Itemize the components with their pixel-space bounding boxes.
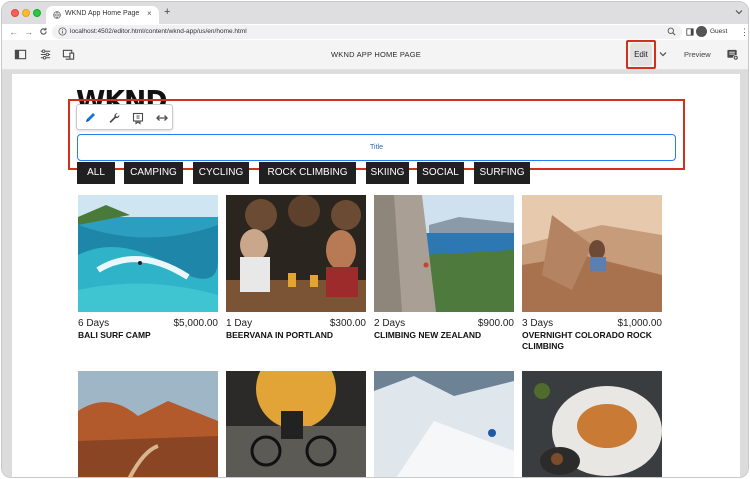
filter-all[interactable]: ALL (77, 162, 115, 184)
tab-title: WKND App Home Page (65, 10, 140, 17)
filter-cycling[interactable]: CYCLING (193, 162, 249, 184)
zoom-icon[interactable] (667, 27, 676, 36)
new-tab-button[interactable]: + (164, 6, 170, 18)
card-image (374, 195, 514, 312)
url-text: localhost:4502/editor.html/content/wknd-… (70, 28, 247, 35)
chevron-down-icon[interactable] (658, 49, 668, 59)
browser-toolbar: ← → localhost:4502/editor.html/content/w… (2, 24, 748, 40)
page-frame: WKND Title ALL CAMPING CYCLING ROCK CLIM… (12, 74, 740, 477)
card-title: BALI SURF CAMP (78, 330, 151, 340)
card-title: CLIMBING NEW ZEALAND (374, 330, 482, 340)
card-duration: 1 Day (226, 318, 253, 329)
browser-window: WKND App Home Page × + ← → localhost:450… (1, 1, 749, 478)
globe-icon (53, 11, 61, 19)
card-meta: 3 Days $1,000.00 (522, 318, 662, 330)
annotations-icon[interactable] (726, 48, 739, 61)
maximize-window-button[interactable] (33, 9, 41, 17)
card-image (226, 195, 366, 312)
tab-strip: WKND App Home Page × + (2, 2, 748, 24)
card-price: $5,000.00 (173, 318, 219, 329)
card-duration: 3 Days (522, 318, 554, 329)
filter-camping[interactable]: CAMPING (124, 162, 183, 184)
preview-button[interactable]: Preview (684, 50, 711, 59)
side-panel-icon[interactable] (686, 28, 694, 36)
editor-header: WKND APP HOME PAGE Edit Preview (2, 40, 748, 70)
filter-social[interactable]: SOCIAL (417, 162, 464, 184)
card-image (78, 195, 218, 312)
card-image (522, 195, 662, 312)
card-image (226, 371, 366, 477)
filter-surfing[interactable]: SURFING (474, 162, 530, 184)
tab-close-icon[interactable]: × (147, 9, 152, 19)
card-title: BEERVANA IN PORTLAND (226, 330, 334, 340)
profile-name: Guest (710, 28, 728, 35)
card-title: OVERNIGHT COLORADO ROCK CLIMBING (522, 330, 652, 351)
card-price: $1,000.00 (617, 318, 663, 329)
info-icon[interactable] (58, 27, 67, 36)
card-price: $300.00 (329, 318, 366, 329)
address-bar[interactable]: localhost:4502/editor.html/content/wknd-… (52, 25, 682, 39)
browser-menu-icon[interactable]: ⋮ (740, 26, 748, 38)
card-price: $900.00 (477, 318, 514, 329)
close-window-button[interactable] (11, 9, 19, 17)
chevron-down-icon[interactable] (734, 7, 744, 17)
forward-button[interactable]: → (24, 26, 33, 38)
card-meta: 6 Days $5,000.00 (78, 318, 218, 330)
card-meta: 2 Days $900.00 (374, 318, 514, 330)
card-duration: 6 Days (78, 318, 110, 329)
reload-icon[interactable] (39, 27, 48, 36)
editor-canvas: WKND Title ALL CAMPING CYCLING ROCK CLIM… (2, 70, 748, 477)
selection-highlight-annotation (68, 99, 685, 170)
card-meta: 1 Day $300.00 (226, 318, 366, 330)
filter-skiing[interactable]: SKIING (366, 162, 409, 184)
card-image (78, 371, 218, 477)
filter-rock-climbing[interactable]: ROCK CLIMBING (259, 162, 356, 184)
edit-highlight-annotation (626, 40, 656, 69)
avatar (696, 26, 707, 37)
back-button[interactable]: ← (9, 26, 18, 38)
card-image (522, 371, 662, 477)
card-duration: 2 Days (374, 318, 406, 329)
card-image (374, 371, 514, 477)
minimize-window-button[interactable] (22, 9, 30, 17)
browser-tab[interactable]: WKND App Home Page × (46, 6, 159, 24)
